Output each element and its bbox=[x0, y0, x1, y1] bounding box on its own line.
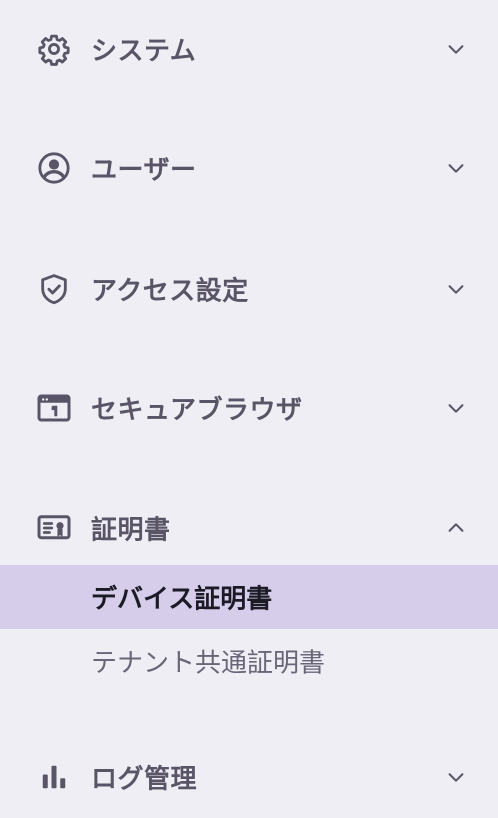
browser-window-icon bbox=[36, 390, 72, 426]
gear-icon bbox=[36, 31, 72, 67]
chevron-up-icon bbox=[440, 512, 472, 544]
chevron-down-icon bbox=[440, 152, 472, 184]
chevron-down-icon bbox=[440, 273, 472, 305]
nav-item-tenant-common-certificates[interactable]: テナント共通証明書 bbox=[0, 629, 498, 693]
bar-chart-icon bbox=[36, 759, 72, 795]
nav-section-label: 証明書 bbox=[91, 515, 171, 546]
nav-section-label: ユーザー bbox=[91, 155, 197, 186]
nav-section-label: アクセス設定 bbox=[91, 276, 249, 307]
user-circle-icon bbox=[36, 150, 72, 186]
nav-section-label: ログ管理 bbox=[91, 764, 198, 795]
nav-section-label: セキュアブラウザ bbox=[91, 395, 303, 426]
nav-section-users[interactable]: ユーザー bbox=[0, 138, 498, 198]
nav-section-label: システム bbox=[91, 36, 197, 67]
shield-check-icon bbox=[36, 271, 72, 307]
chevron-down-icon bbox=[440, 392, 472, 424]
chevron-down-icon bbox=[440, 33, 472, 65]
nav-item-device-certificates[interactable]: デバイス証明書 bbox=[0, 565, 498, 629]
chevron-down-icon bbox=[440, 761, 472, 793]
nav-item-label: テナント共通証明書 bbox=[91, 648, 326, 679]
certificate-icon bbox=[36, 510, 72, 546]
nav-section-access-settings[interactable]: アクセス設定 bbox=[0, 259, 498, 319]
nav-item-label: デバイス証明書 bbox=[91, 584, 273, 615]
nav-section-certificates[interactable]: 証明書 bbox=[0, 498, 498, 558]
nav-section-system[interactable]: システム bbox=[0, 19, 498, 79]
nav-section-log-management[interactable]: ログ管理 bbox=[0, 747, 498, 807]
nav-section-secure-browser[interactable]: セキュアブラウザ bbox=[0, 378, 498, 438]
sidebar-nav: システム ユーザー アクセス設定 セキュアブラウザ 証明書 デバイス証明書 テナ… bbox=[0, 0, 498, 818]
